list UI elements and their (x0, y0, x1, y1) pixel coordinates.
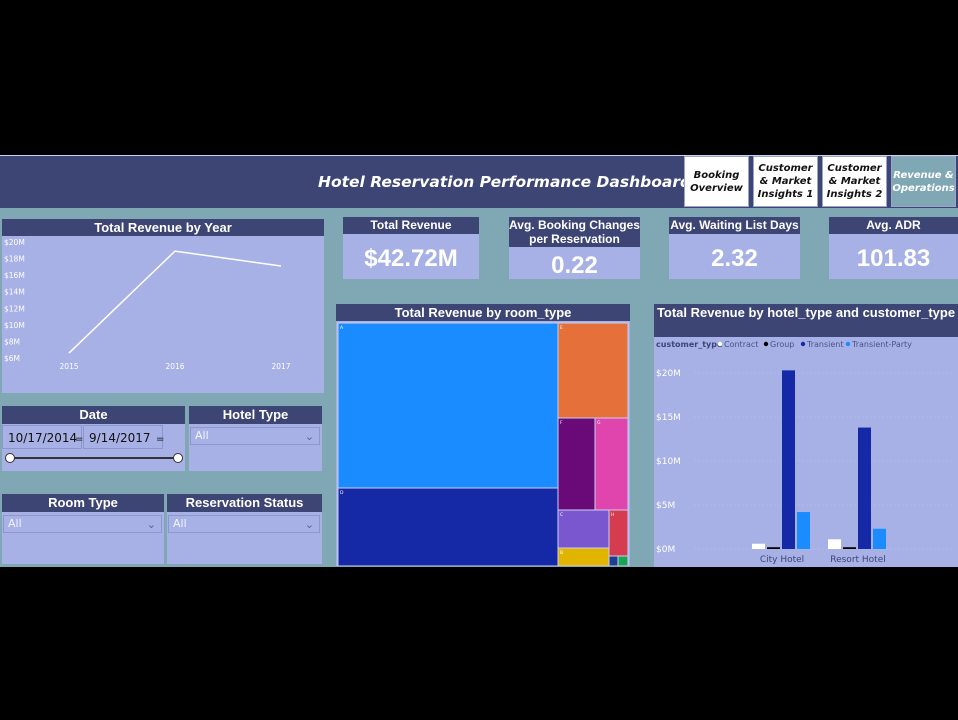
hotel-type-dropdown[interactable]: All ⌄ (190, 427, 320, 445)
revenue-by-year-panel: Total Revenue by Year $20M $18M $16M $14M $1… (2, 219, 324, 393)
date-range-track[interactable] (10, 457, 178, 459)
bar (873, 528, 886, 549)
treemap-tile (337, 487, 559, 566)
bar (782, 370, 795, 549)
bar (752, 543, 765, 549)
y-tick-label: $5M (656, 501, 675, 511)
treemap-tile-label: B (560, 550, 563, 556)
nav-customer-market-insights-2[interactable]: Customer & Market Insights 2 (822, 156, 887, 207)
y-tick-label: $20M (656, 369, 681, 379)
reservation-status-value: All (173, 517, 187, 530)
reservation-status-dropdown[interactable]: All ⌄ (168, 515, 320, 533)
legend-marker (717, 341, 723, 347)
kpi-avg-booking-changes: Avg. Booking Changes per Reservation 0.2… (509, 217, 640, 279)
treemap-tile (617, 555, 629, 566)
y-tick-label: $15M (656, 413, 681, 423)
y-tick-label: $16M (4, 271, 25, 280)
y-tick-label: $12M (4, 304, 25, 313)
revenue-by-hotel-customer-title: Total Revenue by hotel_type and customer… (654, 304, 958, 337)
hotel-type-value: All (195, 429, 209, 442)
y-tick-label: $0M (656, 545, 675, 555)
date-range-start-handle[interactable] (5, 453, 15, 463)
reservation-status-slicer-label: Reservation Status (167, 494, 322, 512)
x-tick-label: 2015 (59, 362, 78, 371)
kpi-total-revenue: Total Revenue $42.72M (343, 217, 479, 279)
kpi-avg-adr-label: Avg. ADR (829, 217, 958, 234)
treemap-tile-label: G (597, 420, 601, 426)
y-tick-label: $14M (4, 288, 25, 297)
revenue-by-room-type-panel: Total Revenue by room_type ADEFGCHB (336, 304, 630, 566)
bar (767, 547, 780, 549)
date-end-calendar-icon[interactable]: = (156, 434, 164, 445)
treemap-tile (557, 509, 610, 549)
y-tick-label: $20M (4, 238, 25, 247)
treemap-tile-label: F (560, 420, 563, 426)
revenue-by-year-title: Total Revenue by Year (2, 219, 324, 236)
legend-title: customer_type (656, 340, 723, 349)
legend-label: Group (770, 340, 794, 349)
y-tick-label: $8M (4, 337, 20, 346)
kpi-avg-waiting-days-value: 2.32 (711, 245, 758, 272)
revenue-by-year-chart: $20M $18M $16M $14M $12M $10M $8M $6M 2015 2016 20… (4, 238, 291, 371)
y-tick-label: $18M (4, 255, 25, 264)
hotel-type-slicer-label: Hotel Type (189, 406, 322, 424)
page-title: Hotel Reservation Performance Dashboard (318, 173, 692, 191)
kpi-avg-waiting-days-label: Avg. Waiting List Days (669, 217, 800, 234)
y-tick-label: $10M (656, 457, 681, 467)
kpi-avg-waiting-days: Avg. Waiting List Days 2.32 (669, 217, 800, 279)
legend-marker (800, 341, 806, 347)
chevron-down-icon: ⌄ (146, 518, 156, 531)
room-type-value: All (8, 517, 22, 530)
kpi-avg-adr-value: 101.83 (856, 245, 931, 272)
bar (828, 539, 841, 549)
nav-customer-market-insights-1[interactable]: Customer & Market Insights 1 (753, 156, 818, 207)
revenue-by-room-type-title: Total Revenue by room_type (336, 304, 630, 321)
date-slicer-label: Date (2, 406, 185, 424)
bar (858, 427, 871, 549)
kpi-avg-booking-changes-label: Avg. Booking Changes per Reservation (509, 217, 640, 247)
y-tick-label: $6M (4, 354, 20, 363)
x-tick-label: Resort Hotel (830, 555, 886, 565)
legend-marker (763, 341, 769, 347)
nav-booking-overview[interactable]: Booking Overview (684, 156, 749, 207)
nav-revenue-operations[interactable]: Revenue & Operations (891, 156, 956, 207)
x-tick-label: City Hotel (760, 555, 804, 565)
bar (797, 512, 810, 549)
treemap-tile (557, 322, 629, 419)
bar (843, 547, 856, 549)
chevron-down-icon: ⌄ (304, 518, 314, 531)
treemap-tile (594, 417, 629, 511)
date-start-input[interactable]: 10/17/2014 (2, 425, 82, 449)
kpi-total-revenue-value: $42.72M (364, 245, 458, 272)
treemap-tile-label: H (611, 512, 614, 518)
revenue-by-hotel-customer-panel: Total Revenue by hotel_type and customer… (654, 304, 958, 567)
legend-label: Transient-Party (851, 340, 912, 349)
legend-label: Transient (806, 340, 844, 349)
x-tick-label: 2016 (165, 362, 184, 371)
treemap-tile (557, 547, 610, 566)
revenue-by-room-type-chart: ADEF GC HB (337, 322, 629, 566)
room-type-slicer-label: Room Type (2, 494, 164, 512)
treemap-tile (557, 417, 596, 511)
treemap-tile-label: C (560, 512, 563, 518)
revenue-by-hotel-customer-chart: customer_type Contract Group Transient Trans… (656, 340, 954, 565)
kpi-avg-booking-changes-value: 0.22 (551, 252, 598, 279)
y-tick-label: $10M (4, 321, 25, 330)
kpi-total-revenue-label: Total Revenue (343, 217, 479, 234)
dashboard: Hotel Reservation Performance Dashboard … (0, 155, 958, 567)
date-end-input[interactable]: 9/14/2017 (83, 425, 163, 449)
treemap-tile (337, 322, 559, 489)
revenue-line (68, 250, 282, 354)
chevron-down-icon: ⌄ (304, 430, 314, 443)
treemap-tile (608, 555, 619, 566)
treemap-tile-label: D (340, 490, 344, 496)
date-range-end-handle[interactable] (173, 453, 183, 463)
legend-label: Contract (724, 340, 758, 349)
x-tick-label: 2017 (271, 362, 290, 371)
room-type-dropdown[interactable]: All ⌄ (3, 515, 162, 533)
legend-marker (845, 341, 851, 347)
treemap-tile-label: E (560, 325, 563, 331)
kpi-avg-adr: Avg. ADR 101.83 (829, 217, 958, 279)
